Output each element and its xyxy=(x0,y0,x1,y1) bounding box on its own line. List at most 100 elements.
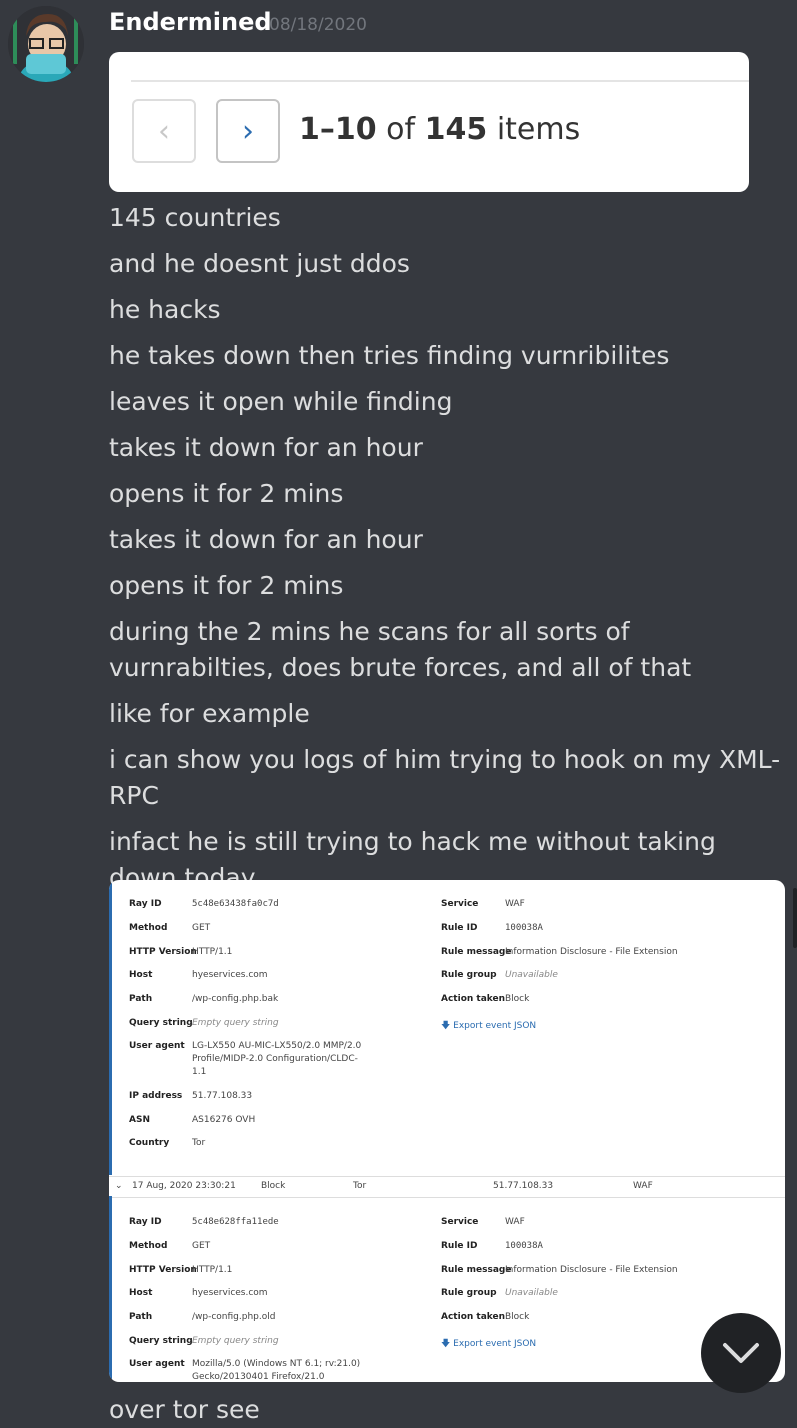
event-accent-bar xyxy=(109,1196,112,1382)
value-action-taken: Block xyxy=(505,994,530,1004)
chat-line: he takes down then tries finding vurnrib… xyxy=(109,341,670,370)
download-arrow-icon: 🡇 xyxy=(441,1339,451,1349)
value-ray-id: 5c48e63438fa0c7d xyxy=(192,899,279,909)
value-action-taken: Block xyxy=(505,1312,530,1322)
label-user-agent: User agent xyxy=(129,1359,185,1369)
author-name[interactable]: Endermined xyxy=(109,8,272,36)
label-action-taken: Action taken xyxy=(441,1312,506,1322)
value-rule-group: Unavailable xyxy=(505,970,558,980)
message-group: 145 countries and he doesnt just ddos he… xyxy=(109,200,789,906)
label-service: Service xyxy=(441,899,479,909)
value-ip-address: 51.77.108.33 xyxy=(192,1091,253,1101)
event-accent-bar xyxy=(109,880,112,1175)
scroll-to-bottom-button[interactable] xyxy=(701,1313,781,1393)
label-rule-id: Rule ID xyxy=(441,1241,478,1251)
pager-range-text: 1–10 of 145 items xyxy=(299,112,580,147)
pager-image-embed[interactable]: ‹ › 1–10 of 145 items xyxy=(109,52,749,192)
chat-line: takes it down for an hour xyxy=(109,525,423,554)
value-http-version: HTTP/1.1 xyxy=(192,1265,233,1275)
pager-total: 145 xyxy=(424,112,488,147)
label-http-version: HTTP Version xyxy=(129,1265,197,1275)
chevron-left-icon: ‹ xyxy=(158,113,170,149)
value-rule-message: Information Disclosure - File Extension xyxy=(505,947,678,957)
chevron-down-icon xyxy=(723,1343,759,1363)
avatar[interactable] xyxy=(8,6,84,82)
export-label: Export event JSON xyxy=(453,1021,537,1031)
chat-line: opens it for 2 mins xyxy=(109,479,344,508)
value-path: /wp-config.php.old xyxy=(192,1312,276,1322)
export-label: Export event JSON xyxy=(453,1339,537,1349)
value-host: hyeservices.com xyxy=(192,970,268,980)
next-page-button: › xyxy=(216,99,280,163)
chat-line: during the 2 mins he scans for all sorts… xyxy=(109,617,692,682)
label-path: Path xyxy=(129,1312,153,1322)
event-summary-row: ⌄ 17 Aug, 2020 23:30:21 Block Tor 51.77.… xyxy=(109,1176,785,1198)
divider xyxy=(131,80,749,82)
label-path: Path xyxy=(129,994,153,1004)
value-asn: AS16276 OVH xyxy=(192,1115,256,1125)
export-event-json-link: 🡇 Export event JSON xyxy=(441,1336,536,1352)
label-method: Method xyxy=(129,1241,168,1251)
value-service: WAF xyxy=(505,899,525,909)
label-method: Method xyxy=(129,923,168,933)
value-rule-message: Information Disclosure - File Extension xyxy=(505,1265,678,1275)
label-host: Host xyxy=(129,970,153,980)
label-rule-id: Rule ID xyxy=(441,923,478,933)
value-method: GET xyxy=(192,1241,211,1251)
value-user-agent-line: LG-LX550 AU-MIC-LX550/2.0 MMP/2.0 xyxy=(192,1041,362,1051)
summary-service: WAF xyxy=(633,1181,653,1191)
label-ip-address: IP address xyxy=(129,1091,183,1101)
scrollbar-thumb[interactable] xyxy=(793,888,797,948)
chat-line: opens it for 2 mins xyxy=(109,571,344,600)
label-asn: ASN xyxy=(129,1115,150,1125)
value-host: hyeservices.com xyxy=(192,1288,268,1298)
label-http-version: HTTP Version xyxy=(129,947,197,957)
value-user-agent-line: Gecko/20130401 Firefox/21.0 xyxy=(192,1372,325,1382)
pager-range: 1–10 xyxy=(299,112,377,147)
value-query-string: Empty query string xyxy=(192,1336,279,1346)
chat-line: 145 countries xyxy=(109,203,281,232)
value-user-agent-line: Mozilla/5.0 (Windows NT 6.1; rv:21.0) xyxy=(192,1359,361,1369)
label-rule-group: Rule group xyxy=(441,1288,497,1298)
chat-line: i can show you logs of him trying to hoo… xyxy=(109,745,781,810)
value-rule-group: Unavailable xyxy=(505,1288,558,1298)
chat-line: leaves it open while finding xyxy=(109,387,453,416)
label-rule-group: Rule group xyxy=(441,970,497,980)
firewall-log-image-embed[interactable]: Ray ID 5c48e63438fa0c7d Method GET HTTP … xyxy=(109,880,785,1382)
summary-datetime: 17 Aug, 2020 23:30:21 xyxy=(132,1181,236,1191)
label-query-string: Query string xyxy=(129,1018,193,1028)
label-query-string: Query string xyxy=(129,1336,193,1346)
value-rule-id: 100038A xyxy=(505,1241,543,1251)
label-rule-message: Rule message xyxy=(441,1265,512,1275)
value-user-agent-line: 1.1 xyxy=(192,1067,207,1077)
summary-country: Tor xyxy=(353,1181,367,1191)
summary-ip: 51.77.108.33 xyxy=(493,1181,554,1191)
label-country: Country xyxy=(129,1138,170,1148)
label-rule-message: Rule message xyxy=(441,947,512,957)
value-query-string: Empty query string xyxy=(192,1018,279,1028)
chevron-down-icon: ⌄ xyxy=(115,1181,123,1191)
label-ray-id: Ray ID xyxy=(129,1217,162,1227)
export-event-json-link: 🡇 Export event JSON xyxy=(441,1018,536,1034)
chevron-right-icon: › xyxy=(242,113,254,149)
previous-page-button: ‹ xyxy=(132,99,196,163)
summary-action: Block xyxy=(261,1181,286,1191)
value-rule-id: 100038A xyxy=(505,923,543,933)
label-ray-id: Ray ID xyxy=(129,899,162,909)
chat-line: like for example xyxy=(109,699,310,728)
avatar-icon xyxy=(8,6,84,82)
label-user-agent: User agent xyxy=(129,1041,185,1051)
value-method: GET xyxy=(192,923,211,933)
value-ray-id: 5c48e628ffa11ede xyxy=(192,1217,279,1227)
label-service: Service xyxy=(441,1217,479,1227)
download-arrow-icon: 🡇 xyxy=(441,1021,451,1031)
pager-of: of xyxy=(386,112,416,147)
value-service: WAF xyxy=(505,1217,525,1227)
value-country: Tor xyxy=(192,1138,206,1148)
value-path: /wp-config.php.bak xyxy=(192,994,279,1004)
label-host: Host xyxy=(129,1288,153,1298)
chat-line: takes it down for an hour xyxy=(109,433,423,462)
chat-line: he hacks xyxy=(109,295,221,324)
value-http-version: HTTP/1.1 xyxy=(192,947,233,957)
label-action-taken: Action taken xyxy=(441,994,506,1004)
